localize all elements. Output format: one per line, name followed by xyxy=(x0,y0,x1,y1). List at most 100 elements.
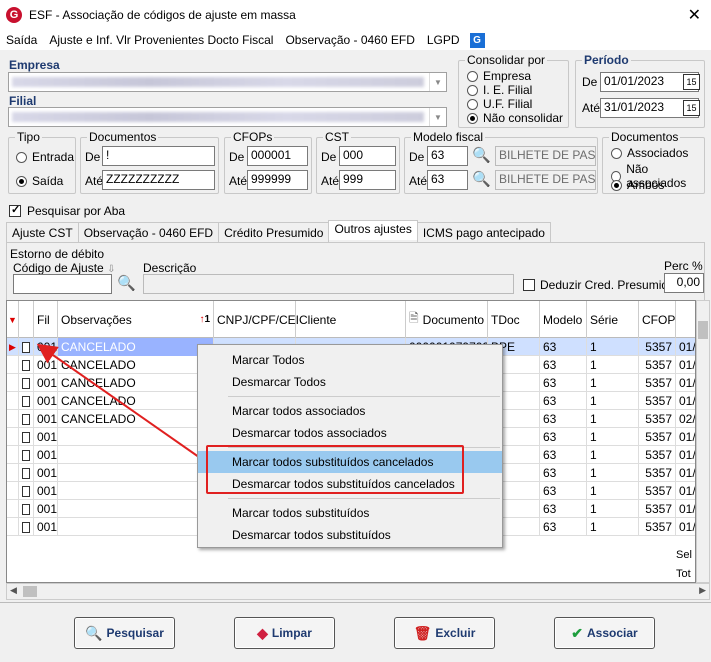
row-checkbox[interactable] xyxy=(19,482,34,500)
row-checkbox[interactable] xyxy=(19,338,34,356)
menu-desmarcar-associados[interactable]: Desmarcar todos associados xyxy=(198,422,502,444)
cfops-de-label: De xyxy=(229,150,245,164)
vertical-scrollbar[interactable] xyxy=(696,300,710,583)
tab-icms-antecipado[interactable]: ICMS pago antecipado xyxy=(416,222,551,242)
menu-lgpd[interactable]: LGPD xyxy=(421,33,466,47)
cst-ate-input[interactable]: 999 xyxy=(339,170,396,190)
tab-observacao[interactable]: Observação - 0460 EFD xyxy=(77,222,220,242)
col-modelo[interactable]: Modelo xyxy=(540,301,587,338)
row-checkbox[interactable] xyxy=(19,446,34,464)
search-icon[interactable]: 🔍 xyxy=(117,274,136,292)
title-bar: G ESF - Associação de códigos de ajuste … xyxy=(0,0,711,30)
estorno-title: Estorno de débito xyxy=(10,247,105,261)
empresa-combo[interactable]: ▼ xyxy=(8,72,447,92)
menu-saida[interactable]: Saída xyxy=(0,33,43,47)
col-cnpj[interactable]: CNPJ/CPF/CEI xyxy=(214,301,299,338)
calendar-icon[interactable]: 15 xyxy=(683,74,700,90)
cfops-ate-input[interactable]: 999999 xyxy=(247,170,308,190)
chevron-down-icon[interactable]: ▼ xyxy=(429,73,446,91)
radio-saida[interactable]: Saída xyxy=(16,174,63,188)
row-checkbox[interactable] xyxy=(19,464,34,482)
search-icon[interactable]: 🔍 xyxy=(472,170,491,188)
row-indicator-icon xyxy=(7,518,19,536)
filial-combo[interactable]: ▼ xyxy=(8,107,447,127)
table-cell xyxy=(58,428,214,446)
close-icon[interactable]: ✕ xyxy=(688,5,701,25)
radio-nao-consolidar[interactable]: Não consolidar xyxy=(467,111,563,125)
row-checkbox[interactable] xyxy=(19,410,34,428)
deduzir-checkbox[interactable]: Deduzir Cred. Presumido xyxy=(523,278,675,292)
row-checkbox[interactable] xyxy=(19,428,34,446)
table-cell: 001 xyxy=(34,446,58,464)
scroll-thumb[interactable] xyxy=(23,586,37,597)
table-cell: 5357 xyxy=(639,482,676,500)
col-tdoc[interactable]: TDoc xyxy=(488,301,540,338)
associar-button[interactable]: ✔ Associar xyxy=(554,617,655,649)
cfops-de-input[interactable]: 000001 xyxy=(247,146,308,166)
row-indicator-icon xyxy=(7,374,19,392)
row-checkbox[interactable] xyxy=(19,374,34,392)
menu-desmarcar-todos[interactable]: Desmarcar Todos xyxy=(198,371,502,393)
docs-filter-title: Documentos xyxy=(609,130,681,144)
col-cliente[interactable]: Cliente xyxy=(296,301,406,338)
radio-uf-filial[interactable]: U.F. Filial xyxy=(467,97,532,111)
radio-ambos[interactable]: Ambos xyxy=(611,178,664,192)
col-extra[interactable] xyxy=(676,301,695,338)
table-cell: 001 xyxy=(34,500,58,518)
tab-outros-ajustes[interactable]: Outros ajustes xyxy=(328,220,418,240)
deduzir-label: Deduzir Cred. Presumido xyxy=(540,278,675,292)
row-checkbox[interactable] xyxy=(19,356,34,374)
table-cell: 01/ xyxy=(676,374,695,392)
perc-input[interactable]: 0,00 xyxy=(664,273,704,293)
table-cell: 63 xyxy=(540,374,587,392)
tab-ajuste-cst[interactable]: Ajuste CST xyxy=(6,222,79,242)
scroll-left-icon[interactable]: ◀ xyxy=(10,585,17,596)
row-checkbox[interactable] xyxy=(19,500,34,518)
limpar-button[interactable]: ◆ Limpar xyxy=(234,617,335,649)
row-indicator-icon xyxy=(7,356,19,374)
documentos-ate-input[interactable]: ZZZZZZZZZZ xyxy=(102,170,215,190)
excluir-button[interactable]: 🗑 Excluir xyxy=(394,617,495,649)
cst-de-input[interactable]: 000 xyxy=(339,146,396,166)
table-cell: 001 xyxy=(34,374,58,392)
menu-marcar-todos[interactable]: Marcar Todos xyxy=(198,349,502,371)
scroll-right-icon[interactable]: ▶ xyxy=(699,585,706,596)
footer-tot: Tot xyxy=(676,568,691,580)
pesquisar-button[interactable]: 🔍 Pesquisar xyxy=(74,617,175,649)
row-checkbox[interactable] xyxy=(19,392,34,410)
modelo-de-input[interactable]: 63 xyxy=(427,146,468,166)
menu-desmarcar-substituidos[interactable]: Desmarcar todos substituídos xyxy=(198,524,502,546)
calendar-icon[interactable]: 15 xyxy=(683,100,700,116)
modelo-ate-desc: BILHETE DE PASS. xyxy=(495,170,596,190)
col-observacoes[interactable]: Observações ↑1 xyxy=(58,301,214,338)
col-serie[interactable]: Série xyxy=(587,301,639,338)
documentos-group: Documentos De ! Até ZZZZZZZZZZ xyxy=(80,130,219,194)
menu-observacao[interactable]: Observação - 0460 EFD xyxy=(279,33,420,47)
codigo-ajuste-input[interactable] xyxy=(13,274,112,294)
check-col-header[interactable] xyxy=(19,301,34,338)
search-icon[interactable]: 🔍 xyxy=(472,146,491,164)
menu-marcar-substituidos[interactable]: Marcar todos substituídos xyxy=(198,502,502,524)
row-checkbox[interactable] xyxy=(19,518,34,536)
lgpd-icon[interactable]: G xyxy=(469,32,485,48)
horizontal-scrollbar[interactable]: ◀ ▶ xyxy=(6,583,710,600)
cfops-title: CFOPs xyxy=(231,130,275,144)
menu-marcar-associados[interactable]: Marcar todos associados xyxy=(198,400,502,422)
table-cell: 1 xyxy=(587,356,639,374)
tipo-title: Tipo xyxy=(15,130,42,144)
search-icon: 🔍 xyxy=(85,624,103,641)
modelo-ate-input[interactable]: 63 xyxy=(427,170,468,190)
radio-entrada[interactable]: Entrada xyxy=(16,150,74,164)
scroll-thumb[interactable] xyxy=(698,321,708,339)
col-documento[interactable]: 🗎 Documento xyxy=(406,301,488,338)
radio-associados[interactable]: Associados xyxy=(611,146,688,160)
pesquisar-aba-checkbox[interactable]: Pesquisar por Aba xyxy=(9,203,125,218)
chevron-down-icon[interactable]: ▼ xyxy=(429,108,446,126)
documentos-de-input[interactable]: ! xyxy=(102,146,215,166)
tab-credito-presumido[interactable]: Crédito Presumido xyxy=(218,222,330,242)
menu-ajuste[interactable]: Ajuste e Inf. Vlr Provenientes Docto Fis… xyxy=(43,33,279,47)
radio-ie-filial[interactable]: I. E. Filial xyxy=(467,83,532,97)
col-cfop[interactable]: CFOP xyxy=(639,301,676,338)
col-fil[interactable]: Fil xyxy=(34,301,58,338)
radio-empresa[interactable]: Empresa xyxy=(467,69,531,83)
